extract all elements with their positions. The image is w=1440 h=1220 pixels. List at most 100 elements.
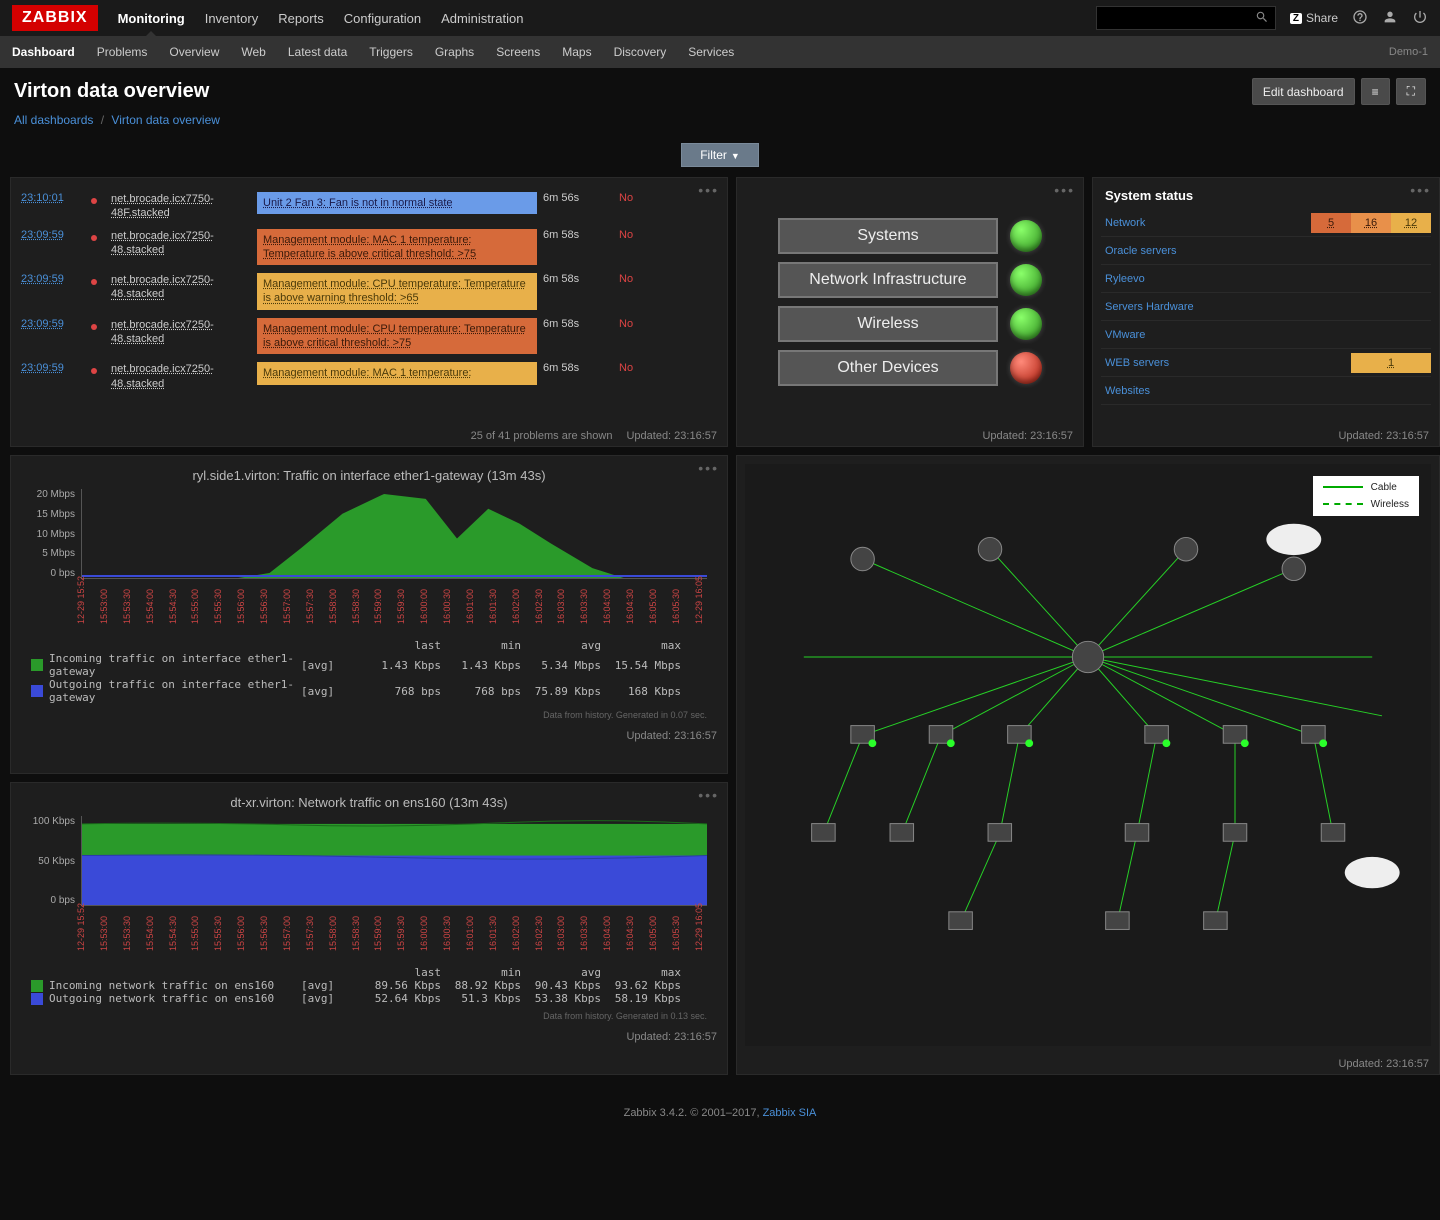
topnav-monitoring[interactable]: Monitoring: [118, 11, 185, 26]
map-updated: Updated: 23:16:57: [1338, 1058, 1429, 1070]
problem-host[interactable]: net.brocade.icx7250-48.stacked: [111, 362, 251, 391]
problem-time: 23:09:59: [21, 229, 85, 241]
server-label: Demo-1: [1389, 46, 1428, 58]
problem-row[interactable]: 23:09:59net.brocade.icx7250-48.stackedMa…: [11, 314, 727, 359]
network-map[interactable]: Cable Wireless: [745, 464, 1431, 1046]
subnav-screens[interactable]: Screens: [496, 45, 540, 59]
status-name[interactable]: Wireless: [778, 306, 998, 342]
subnav-graphs[interactable]: Graphs: [435, 45, 474, 59]
graph1-title: ryl.side1.virton: Traffic on interface e…: [11, 456, 727, 489]
search-input[interactable]: [1096, 6, 1276, 30]
page-title: Virton data overview: [14, 80, 209, 103]
problem-duration: 6m 58s: [543, 229, 613, 241]
breadcrumb-all[interactable]: All dashboards: [14, 113, 93, 127]
problem-desc[interactable]: Management module: MAC 1 temperature: Te…: [257, 229, 537, 266]
topnav-inventory[interactable]: Inventory: [205, 11, 258, 26]
problem-host[interactable]: net.brocade.icx7250-48.stacked: [111, 273, 251, 302]
sysstat-name[interactable]: WEB servers: [1101, 357, 1311, 369]
user-icon[interactable]: [1382, 9, 1398, 28]
power-icon[interactable]: [1412, 9, 1428, 28]
badge-average[interactable]: 1: [1351, 353, 1431, 373]
sysstat-name[interactable]: Servers Hardware: [1101, 301, 1311, 313]
status-row: Other Devices: [778, 350, 1042, 386]
sysstat-row[interactable]: VMware: [1101, 321, 1431, 349]
badge-disaster[interactable]: 5: [1311, 213, 1351, 233]
subnav-services[interactable]: Services: [688, 45, 734, 59]
fullscreen-icon[interactable]: ⛶: [1396, 78, 1426, 105]
problem-desc[interactable]: Management module: MAC 1 temperature:: [257, 362, 537, 384]
problem-host[interactable]: net.brocade.icx7250-48.stacked: [111, 318, 251, 347]
sysstat-row[interactable]: Servers Hardware: [1101, 293, 1431, 321]
sysstat-name[interactable]: Oracle servers: [1101, 245, 1311, 257]
problem-desc[interactable]: Unit 2 Fan 3: Fan is not in normal state: [257, 192, 537, 214]
problem-row[interactable]: 23:09:59 net.brocade.icx7250-48.stackedMa…: [11, 269, 727, 314]
subnav-latest-data[interactable]: Latest data: [288, 45, 347, 59]
graph2-title: dt-xr.virton: Network traffic on ens160 …: [11, 783, 727, 816]
topnav-administration[interactable]: Administration: [441, 11, 523, 26]
problem-row[interactable]: 23:10:01 net.brocade.icx7750-48F.stacked U…: [11, 188, 727, 225]
severity-dot-icon: [91, 235, 97, 241]
widget-menu-icon[interactable]: •••: [1054, 182, 1075, 198]
filter-button[interactable]: Filter▼: [681, 143, 759, 167]
share-button[interactable]: ZShare: [1290, 11, 1338, 25]
subnav-web[interactable]: Web: [241, 45, 265, 59]
widget-menu-icon[interactable]: •••: [698, 787, 719, 803]
sysstat-row[interactable]: Ryleevo: [1101, 265, 1431, 293]
status-indicator-icon: [1010, 220, 1042, 252]
sysstat-row[interactable]: Oracle servers: [1101, 237, 1431, 265]
status-name[interactable]: Network Infrastructure: [778, 262, 998, 298]
problem-host[interactable]: net.brocade.icx7750-48F.stacked: [111, 192, 251, 221]
logo[interactable]: ZABBIX: [12, 5, 98, 31]
subnav-overview[interactable]: Overview: [169, 45, 219, 59]
badge-high[interactable]: 16: [1351, 213, 1391, 233]
subnav-triggers[interactable]: Triggers: [369, 45, 413, 59]
help-icon[interactable]: [1352, 9, 1368, 28]
problem-desc[interactable]: Management module: CPU temperature: Temp…: [257, 318, 537, 355]
status-row: Network Infrastructure: [778, 262, 1042, 298]
severity-dot-icon: [91, 279, 97, 285]
menu-icon[interactable]: ≡: [1361, 78, 1390, 105]
edit-dashboard-button[interactable]: Edit dashboard: [1252, 78, 1355, 105]
sysstat-name[interactable]: VMware: [1101, 329, 1311, 341]
breadcrumb-current[interactable]: Virton data overview: [111, 113, 220, 127]
status-row: Wireless: [778, 306, 1042, 342]
problem-time: 23:09:59: [21, 273, 85, 285]
sysstat-row[interactable]: Network51612: [1101, 209, 1431, 237]
topnav-configuration[interactable]: Configuration: [344, 11, 421, 26]
graph2-plot[interactable]: [81, 816, 707, 906]
sysstat-name[interactable]: Websites: [1101, 385, 1311, 397]
problem-ack[interactable]: No: [619, 229, 659, 241]
topnav-reports[interactable]: Reports: [278, 11, 324, 26]
problem-host[interactable]: net.brocade.icx7250-48.stacked: [111, 229, 251, 258]
problem-ack[interactable]: No: [619, 362, 659, 374]
sysstat-row[interactable]: Websites: [1101, 377, 1431, 405]
status-name[interactable]: Systems: [778, 218, 998, 254]
subnav-maps[interactable]: Maps: [562, 45, 591, 59]
status-panel-widget: ••• Systems Network Infrastructure Wireles…: [736, 177, 1084, 447]
widget-menu-icon[interactable]: •••: [1410, 182, 1431, 198]
status-name[interactable]: Other Devices: [778, 350, 998, 386]
problem-desc[interactable]: Management module: CPU temperature: Temp…: [257, 273, 537, 310]
problem-ack[interactable]: No: [619, 273, 659, 285]
sysstat-name[interactable]: Ryleevo: [1101, 273, 1311, 285]
widget-menu-icon[interactable]: •••: [698, 182, 719, 198]
problem-row[interactable]: 23:09:59 net.brocade.icx7250-48.stackedMa…: [11, 225, 727, 270]
graph1-plot[interactable]: [81, 489, 707, 579]
subnav-discovery[interactable]: Discovery: [614, 45, 667, 59]
sysstat-row[interactable]: WEB servers 1: [1101, 349, 1431, 377]
system-status-widget: ••• System status Network51612Oracle ser…: [1092, 177, 1440, 447]
graph1-updated: Updated: 23:16:57: [626, 730, 717, 742]
problem-ack[interactable]: No: [619, 192, 659, 204]
footer-link[interactable]: Zabbix SIA: [763, 1107, 817, 1119]
problem-time: 23:10:01: [21, 192, 85, 204]
legend-swatch: [31, 685, 43, 697]
sysstat-name[interactable]: Network: [1101, 217, 1311, 229]
problem-ack[interactable]: No: [619, 318, 659, 330]
badge-average[interactable]: 12: [1391, 213, 1431, 233]
subnav-problems[interactable]: Problems: [97, 45, 148, 59]
breadcrumb: All dashboards / Virton data overview: [0, 111, 1440, 137]
subnav-dashboard[interactable]: Dashboard: [12, 45, 75, 59]
legend-name: Outgoing network traffic on ens160: [49, 992, 301, 1005]
problem-row[interactable]: 23:09:59net.brocade.icx7250-48.stackedMa…: [11, 358, 727, 395]
widget-menu-icon[interactable]: •••: [698, 460, 719, 476]
